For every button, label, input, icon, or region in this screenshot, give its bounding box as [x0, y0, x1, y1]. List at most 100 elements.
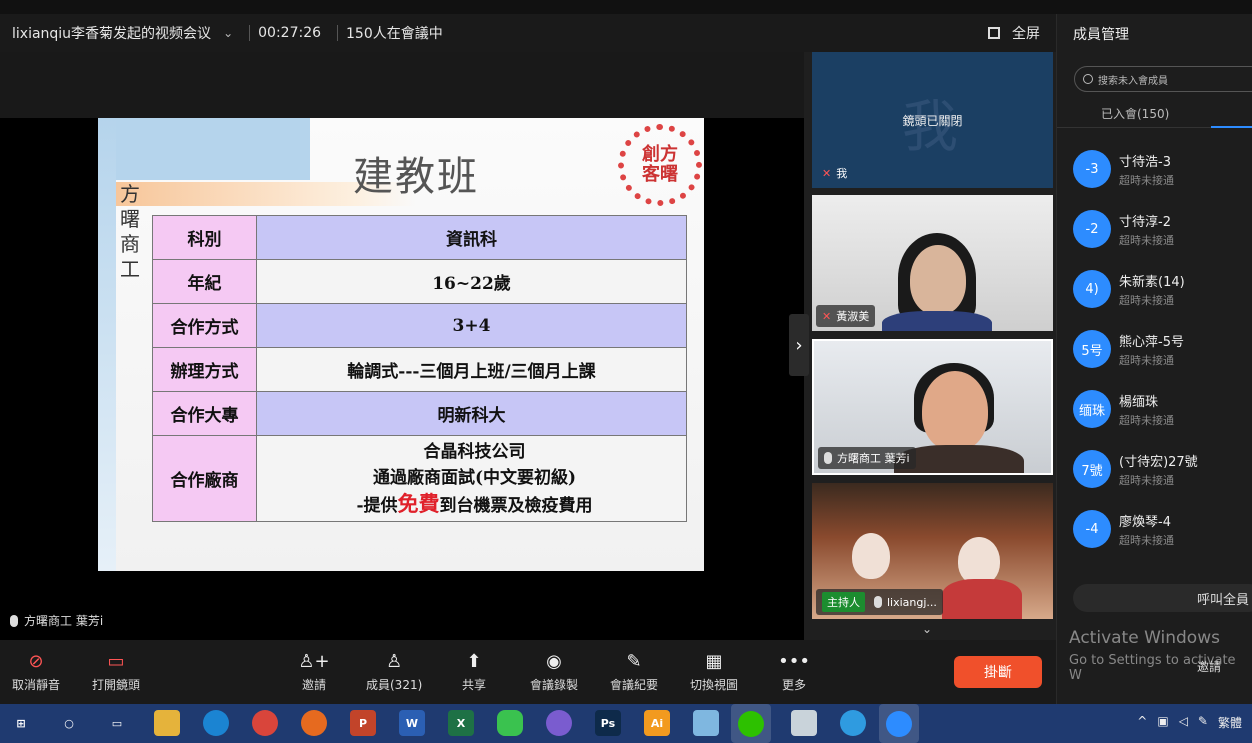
activate-windows-hint: Go to Settings to activate W: [1069, 653, 1236, 683]
meeting-timer: 00:27:26: [258, 25, 322, 41]
summary-button[interactable]: ✎ 會議紀要: [610, 650, 658, 693]
record-button[interactable]: ◉ 會議錄製: [530, 650, 578, 693]
file-explorer-icon[interactable]: [154, 710, 180, 736]
layout-button[interactable]: ▦ 切換視圖: [690, 650, 738, 693]
task-view-icon[interactable]: ▭: [104, 710, 130, 736]
notes-icon[interactable]: [693, 710, 719, 736]
search-icon[interactable]: ○: [56, 710, 82, 736]
tile-name: 方曙商工 葉芳i: [837, 452, 910, 465]
list-item[interactable]: 5号 熊心萍-5号 超時未接通: [1073, 324, 1252, 374]
program-info-table: 科別 資訊科 年紀 16~22歲 合作方式 3+4 辦理方式 輪調式---三個月上班/三…: [152, 215, 687, 522]
person-face: [852, 533, 890, 579]
member-status: 超時未接通: [1119, 413, 1174, 427]
video-tile-host[interactable]: 主持人 lixiangj...: [812, 483, 1053, 619]
powerpoint-icon[interactable]: P: [350, 710, 376, 736]
start-video-button[interactable]: ▭ 打開鏡頭: [92, 650, 140, 693]
tencent-meeting-icon[interactable]: [879, 704, 919, 743]
illustrator-icon[interactable]: Ai: [644, 710, 670, 736]
list-item[interactable]: -3 寸待浩-3 超時未接通: [1073, 144, 1252, 194]
chevron-down-icon[interactable]: ⌄: [922, 622, 932, 636]
more-icon: •••: [778, 650, 810, 672]
start-icon[interactable]: ⊞: [8, 710, 34, 736]
paint-icon[interactable]: [791, 710, 817, 736]
chevron-down-icon[interactable]: ⌄: [223, 26, 233, 40]
vendor-line: -提供免費到台機票及檢疫費用: [263, 491, 686, 519]
zoom-bird-icon[interactable]: [840, 710, 866, 736]
language-indicator[interactable]: 繁體: [1218, 714, 1242, 731]
line-icon[interactable]: [497, 710, 523, 736]
hangup-button[interactable]: 掛斷: [954, 656, 1042, 688]
person-face: [958, 537, 1000, 585]
pen-icon[interactable]: ✎: [1198, 714, 1208, 731]
video-tile-active-speaker[interactable]: 方曙商工 葉芳i: [812, 339, 1053, 475]
meeting-title[interactable]: lixianqiu李香菊发起的视频会议: [12, 23, 211, 43]
photoshop-icon[interactable]: Ps: [595, 710, 621, 736]
tile-label: ✕ 黃淑美: [816, 305, 876, 327]
table-value: 輪調式---三個月上班/三個月上課: [256, 347, 687, 392]
tab-joined[interactable]: 已入會(150): [1101, 105, 1169, 122]
call-all-button[interactable]: 呼叫全員: [1073, 584, 1252, 612]
table-value: 明新科大: [256, 391, 687, 436]
chevron-up-icon[interactable]: ^: [1137, 714, 1147, 731]
wechat-icon[interactable]: [731, 704, 771, 743]
list-item[interactable]: 4) 朱新素(14) 超時未接通: [1073, 264, 1252, 314]
list-item[interactable]: -2 寸待淳-2 超時未接通: [1073, 204, 1252, 254]
viber-icon[interactable]: [546, 710, 572, 736]
tab-active-indicator: [1211, 126, 1252, 128]
video-tiles: 我 鏡頭已關閉 ✕ 我 ✕ 黃淑美 方曙商工 葉芳i 主持人 lixiangj... …: [812, 52, 1054, 640]
list-item[interactable]: 7號 (寸待宏)27號 超時未接通: [1073, 444, 1252, 494]
member-search-input[interactable]: 搜索未入會成員: [1074, 66, 1252, 92]
member-panel: 成員管理 搜索未入會成員 已入會(150) -3 寸待浩-3 超時未接通 -2 寸待淳…: [1056, 14, 1252, 704]
members-icon: ♙: [386, 650, 403, 672]
stage-top-band: [0, 52, 804, 118]
microphone-icon: [10, 614, 18, 627]
school-seal-logo: 創方客曙: [618, 124, 702, 206]
vendor-line: 通過廠商面試(中文要初級): [372, 467, 577, 488]
button-label: 更多: [781, 678, 806, 692]
search-placeholder: 搜索未入會成員: [1098, 75, 1168, 87]
network-icon[interactable]: ▣: [1157, 714, 1168, 731]
avatar: 7號: [1073, 450, 1111, 488]
fullscreen-button[interactable]: 全屏: [988, 23, 1040, 43]
add-user-icon: ♙+: [298, 650, 330, 672]
tile-label: 主持人 lixiangj...: [816, 589, 943, 615]
table-value: 合晶科技公司 通過廠商面試(中文要初級) -提供免費到台機票及檢疫費用: [256, 435, 687, 522]
member-status: 超時未接通: [1119, 353, 1174, 367]
search-icon: [1083, 74, 1093, 84]
fullscreen-icon: [988, 27, 1000, 39]
presentation-slide: 方曙商工 建教班 創方客曙 科別 資訊科 年紀 16~22歲 合作方式 3+4 辦理方…: [98, 118, 704, 571]
excel-icon[interactable]: X: [448, 710, 474, 736]
slide-side-bar: [98, 118, 116, 571]
host-badge: 主持人: [822, 592, 865, 612]
vendor-line: 合晶科技公司: [423, 441, 526, 462]
member-name: (寸待宏)27號: [1119, 454, 1198, 470]
chrome-icon[interactable]: [252, 710, 278, 736]
list-item[interactable]: -4 廖煥琴-4 超時未接通: [1073, 504, 1252, 554]
shared-screen-area: 方曙商工 建教班 創方客曙 科別 資訊科 年紀 16~22歲 合作方式 3+4 辦理方…: [0, 52, 804, 640]
members-button[interactable]: ♙ 成員(321): [366, 650, 422, 693]
avatar: 5号: [1073, 330, 1111, 368]
unmute-button[interactable]: ⊘ 取消靜音: [12, 650, 60, 693]
video-tile-participant[interactable]: ✕ 黃淑美: [812, 195, 1053, 331]
more-button[interactable]: ••• 更多: [778, 650, 810, 693]
speaker-icon[interactable]: ◁: [1179, 714, 1188, 731]
list-item[interactable]: 缅珠 楊缅珠 超時未接通: [1073, 384, 1252, 434]
muted-mic-icon: ✕: [822, 309, 832, 323]
table-value: 16~22歲: [256, 259, 687, 304]
word-icon[interactable]: W: [399, 710, 425, 736]
video-tile-self[interactable]: 我 鏡頭已關閉 ✕ 我: [812, 52, 1053, 188]
firefox-icon[interactable]: [301, 710, 327, 736]
table-row: 合作大專 明新科大: [152, 391, 687, 436]
seal-text: 創方客曙: [642, 144, 678, 185]
invite-toolbar-button[interactable]: ♙+ 邀請: [298, 650, 330, 693]
muted-mic-icon: ✕: [822, 166, 832, 180]
invite-button[interactable]: 邀請: [1197, 658, 1221, 675]
person-body: [942, 579, 1022, 619]
camera-off-icon: ▭: [107, 650, 125, 672]
button-label: 取消靜音: [12, 678, 61, 692]
panel-title: 成員管理: [1073, 27, 1129, 43]
chevron-right-icon[interactable]: ›: [789, 314, 809, 376]
edge-icon[interactable]: [203, 710, 229, 736]
share-button[interactable]: ⬆ 共享: [461, 650, 487, 693]
active-speaker-name: 方曙商工 葉芳i: [24, 614, 104, 628]
